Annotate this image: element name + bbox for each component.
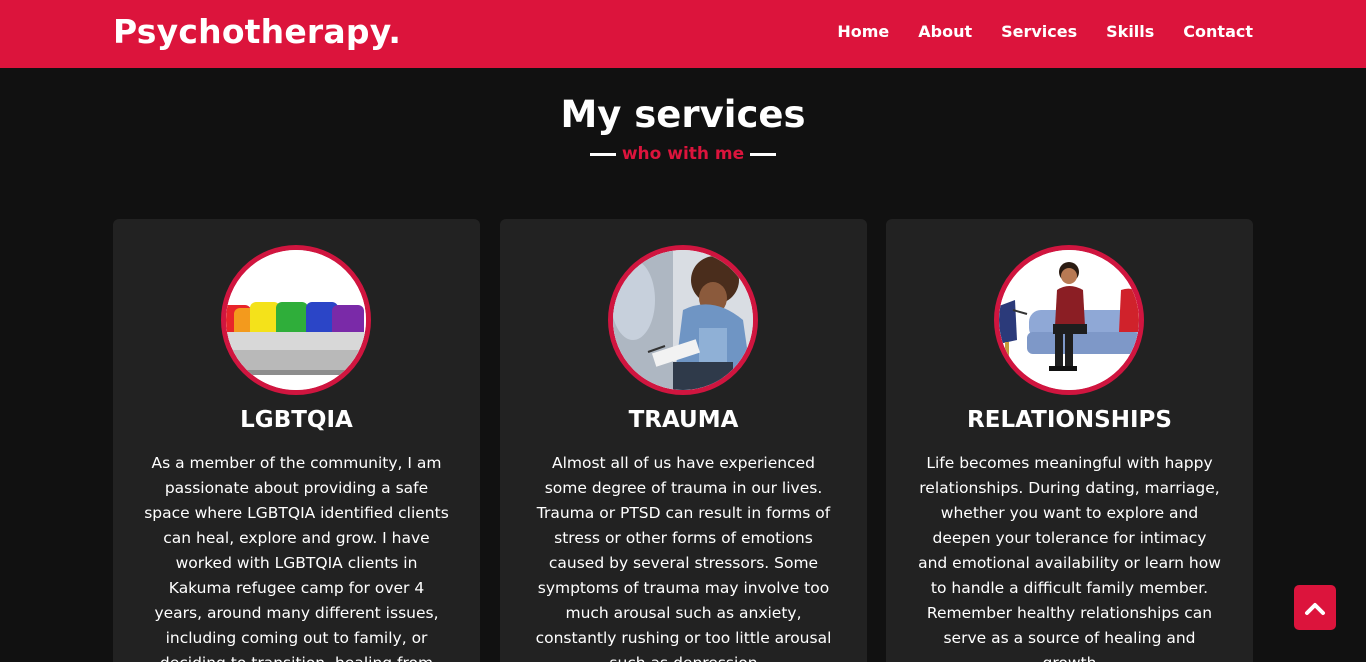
nav-link-home[interactable]: Home: [837, 22, 889, 41]
scroll-to-top-button[interactable]: [1294, 585, 1336, 630]
service-card-relationships: RELATIONSHIPS Life becomes meaningful wi…: [886, 219, 1253, 662]
nav-link-about[interactable]: About: [918, 22, 972, 41]
main-menu: Home About Services Skills Contact: [837, 22, 1253, 41]
card-title: TRAUMA: [628, 407, 739, 433]
card-text: As a member of the community, I am passi…: [144, 454, 449, 662]
relationships-image: [994, 245, 1144, 395]
site-logo[interactable]: Psychotherapy.: [113, 12, 401, 51]
card-text: Life becomes meaningful with happy relat…: [918, 454, 1221, 662]
navbar: Psychotherapy. Home About Services Skill…: [0, 0, 1366, 68]
section-subtitle: who with me: [0, 144, 1366, 164]
trauma-image: [608, 245, 758, 395]
subtitle-line-left: [589, 152, 616, 156]
card-title: LGBTQIA: [240, 407, 353, 433]
service-card-lgbtqia: LGBTQIA As a member of the community, I …: [113, 219, 480, 662]
subtitle-line-right: [750, 152, 777, 156]
chevron-up-icon: [1305, 602, 1325, 615]
card-text: Almost all of us have experienced some d…: [535, 454, 832, 662]
section-title: My services: [560, 93, 806, 136]
nav-link-services[interactable]: Services: [1001, 22, 1077, 41]
nav-link-skills[interactable]: Skills: [1106, 22, 1154, 41]
logo-text[interactable]: Psychotherapy: [113, 12, 388, 51]
service-card-trauma: TRAUMA Almost all of us have experienced…: [500, 219, 867, 662]
nav-link-contact[interactable]: Contact: [1183, 22, 1253, 41]
subtitle-text: who with me: [621, 144, 745, 164]
lgbtqia-image: [221, 245, 371, 395]
card-title: RELATIONSHIPS: [967, 407, 1172, 433]
logo-dot: .: [388, 12, 402, 51]
